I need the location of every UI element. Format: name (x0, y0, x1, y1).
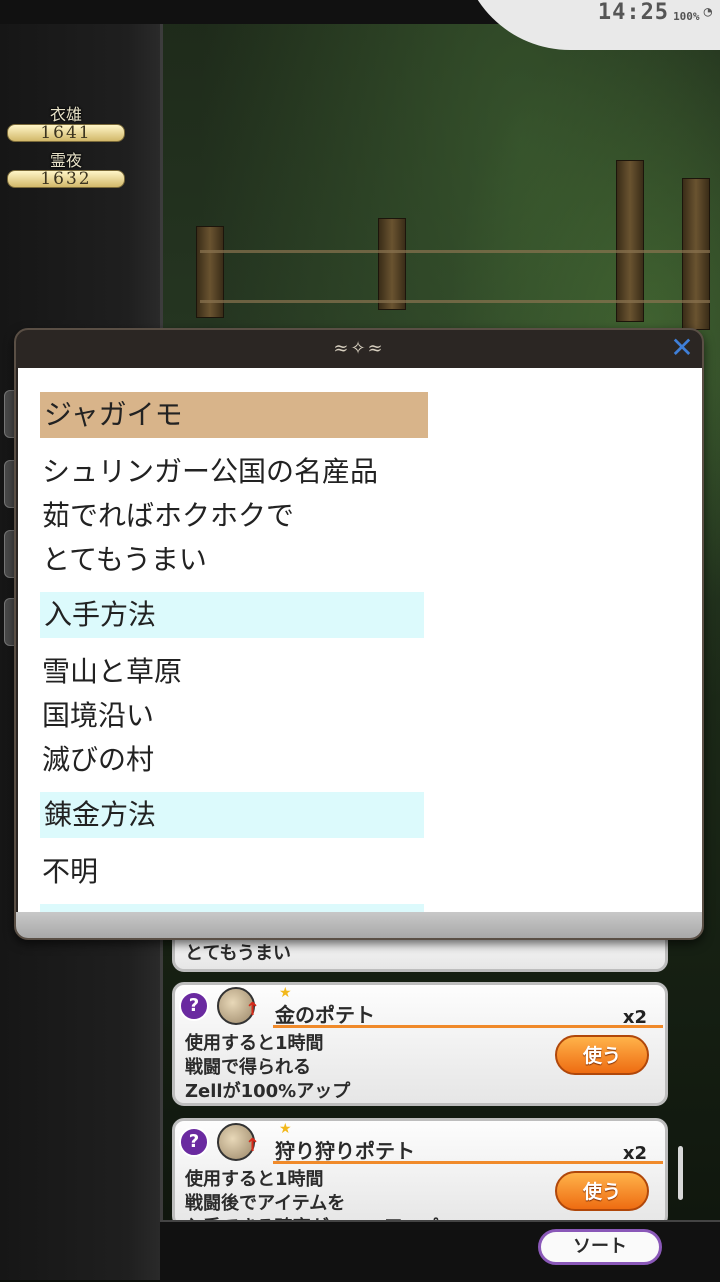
item-desc-line: 戦闘で得られる (185, 1057, 311, 1078)
battery-level: 100% (673, 9, 700, 23)
item-detail-modal: ≈✧≈ ✕ ジャガイモ シュリンガー公国の名産品 茹でればホクホクで とてもうま… (14, 328, 704, 940)
item-desc-line: 使用すると1時間 (185, 1033, 324, 1054)
clock: 14:25 (597, 0, 670, 25)
list-item[interactable]: ? ↑ ★ 金のポテト x2 使用すると1時間 戦闘で得られる Zellが100… (172, 982, 668, 1106)
stat-1: 衣雄 1641 (6, 106, 126, 142)
modal-body[interactable]: ジャガイモ シュリンガー公国の名産品 茹でればホクホクで とてもうまい 入手方法… (18, 368, 702, 914)
item-quantity: x2 (622, 1007, 647, 1028)
description-line: シュリンガー公国の名産品 (42, 455, 379, 488)
status-bar: 14:25 100% ◔ (597, 0, 712, 25)
item-name: 金のポテト (275, 1003, 375, 1027)
stat-label: 霊夜 (49, 151, 82, 170)
fence-post (616, 160, 644, 322)
boost-arrow-icon: ↑ (245, 1135, 261, 1156)
fence-post (378, 218, 406, 310)
fence-post (196, 226, 224, 318)
obtain-line: 国境沿い (42, 699, 155, 732)
use-button[interactable]: 使う (555, 1171, 649, 1211)
name-underline (273, 1161, 663, 1164)
wifi-icon: ◔ (703, 4, 712, 20)
item-desc-line: 使用すると1時間 (185, 1169, 324, 1190)
help-icon[interactable]: ? (179, 1127, 209, 1157)
name-underline (273, 1025, 663, 1028)
obtain-header: 入手方法 (40, 592, 424, 638)
obtain-line: 滅びの村 (42, 743, 155, 776)
item-desc-line: 戦闘後でアイテムを (185, 1193, 346, 1214)
stat-value: 1641 (7, 124, 125, 142)
help-icon[interactable]: ? (179, 991, 209, 1021)
list-item[interactable]: ? ↑ ★ 狩り狩りポテト x2 使用すると1時間 戦闘後でアイテムを 入手でき… (172, 1118, 668, 1228)
alchemy-header: 錬金方法 (40, 792, 424, 838)
alchemy-line: 不明 (42, 855, 99, 888)
description-line: 茹でればホクホクで (42, 499, 295, 532)
stat-value: 1632 (7, 170, 125, 188)
ornament: ≈✧≈ (333, 338, 385, 359)
item-name: 狩り狩りポテト (275, 1139, 415, 1163)
item-desc-line: Zellが100%アップ (185, 1081, 351, 1102)
item-name-header: ジャガイモ (40, 392, 428, 438)
obtain-line: 雪山と草原 (42, 655, 183, 688)
fence-rope (200, 250, 710, 253)
item-description: とてもうまい (185, 943, 292, 964)
stat-2: 霊夜 1632 (6, 152, 126, 188)
item-quantity: x2 (622, 1143, 647, 1164)
stat-label: 衣雄 (49, 105, 82, 124)
modal-footer (16, 912, 702, 938)
boost-arrow-icon: ↑ (245, 999, 261, 1020)
fence-post (682, 178, 710, 330)
fence-rope (200, 300, 710, 303)
close-icon[interactable]: ✕ (668, 334, 696, 362)
sort-button[interactable]: ソート (538, 1229, 662, 1265)
description-line: とてもうまい (42, 543, 207, 576)
use-button[interactable]: 使う (555, 1035, 649, 1075)
list-scrollbar[interactable] (678, 1146, 683, 1200)
